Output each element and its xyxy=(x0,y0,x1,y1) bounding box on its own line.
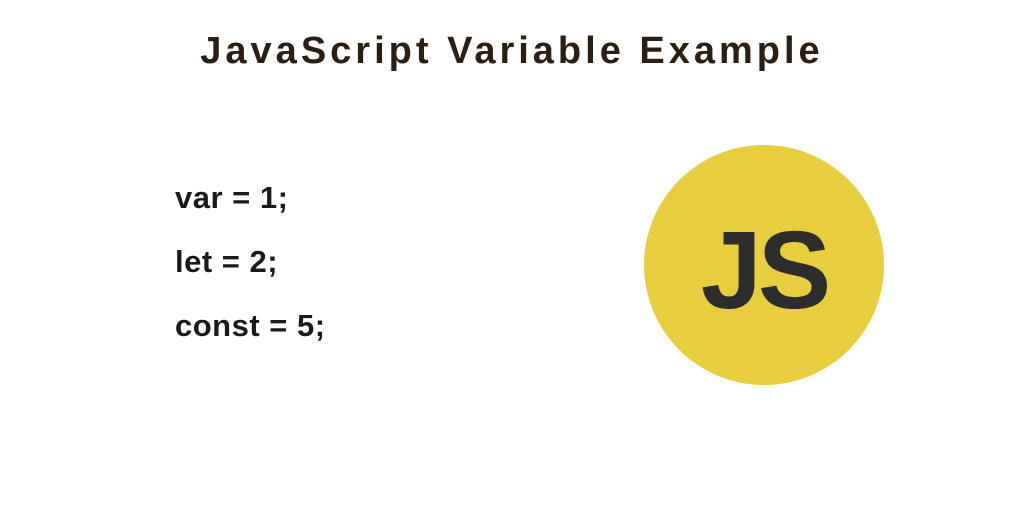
code-example-block: var = 1; let = 2; const = 5; xyxy=(175,180,326,344)
javascript-logo-badge: JS xyxy=(644,145,884,385)
code-line: let = 2; xyxy=(175,244,326,280)
code-line: var = 1; xyxy=(175,180,326,216)
page-title: JavaScript Variable Example xyxy=(0,30,1024,73)
code-line: const = 5; xyxy=(175,308,326,344)
javascript-logo-text: JS xyxy=(701,207,828,334)
